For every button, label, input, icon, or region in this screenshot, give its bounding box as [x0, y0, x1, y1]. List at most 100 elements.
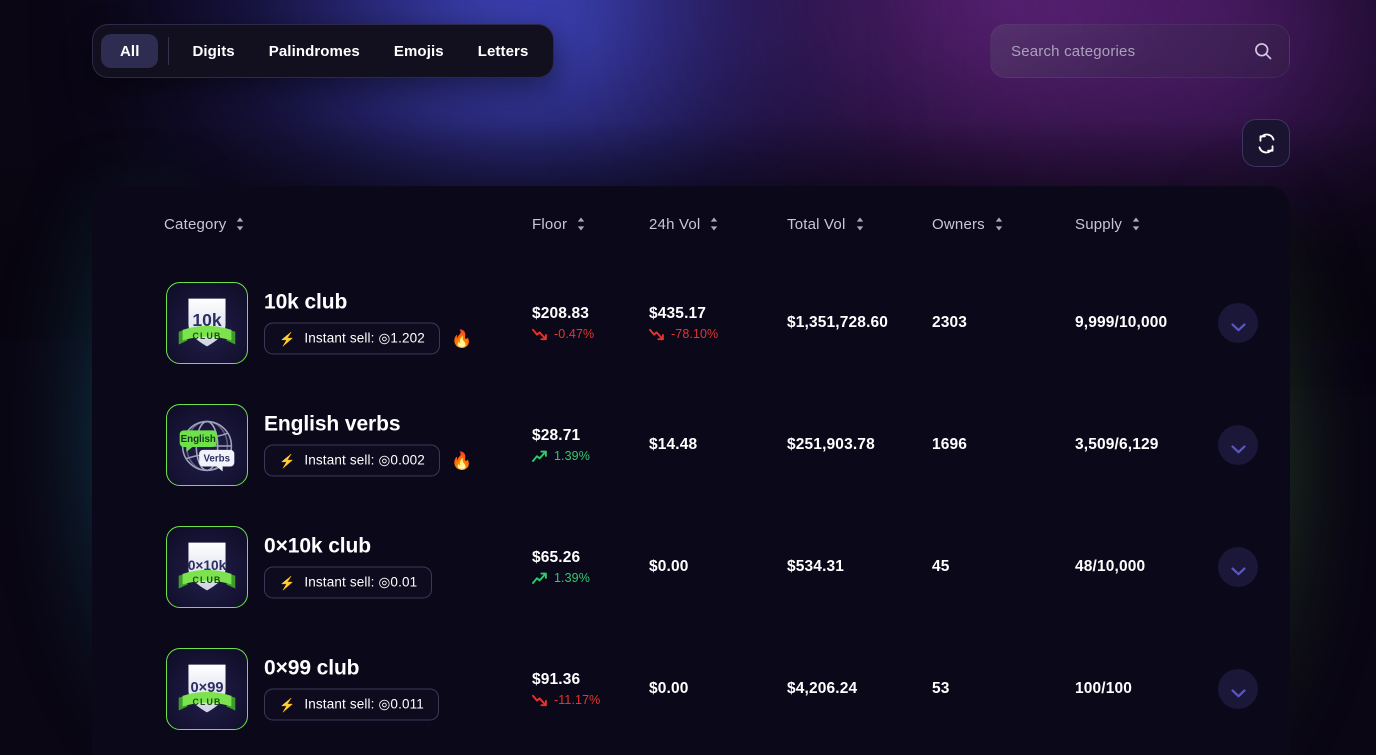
- instant-sell-button[interactable]: ⚡ Instant sell: ◎0.011: [264, 688, 439, 721]
- floor-delta: 1.39%: [532, 449, 590, 463]
- category-info: 0×10k club ⚡ Instant sell: ◎0.01: [264, 535, 433, 599]
- refresh-icon: [1256, 133, 1277, 154]
- column-header-label: Owners: [932, 215, 985, 233]
- instant-sell-label: Instant sell: ◎0.011: [304, 696, 424, 712]
- owners-value: 53: [932, 680, 950, 697]
- table-row[interactable]: 10k CLUB 10k club ⚡ Instant sell: ◎1.202 🔥 $20…: [92, 262, 1290, 384]
- category-badge: 0×10k CLUB: [166, 526, 248, 608]
- column-header-totalvol[interactable]: Total Vol: [787, 216, 865, 233]
- instant-sell-button[interactable]: ⚡ Instant sell: ◎0.01: [264, 566, 433, 599]
- cell-24h-vol: $14.48: [649, 436, 697, 454]
- tab-emojis[interactable]: Emojis: [377, 34, 461, 68]
- expand-row-button[interactable]: [1218, 669, 1258, 709]
- table-row[interactable]: English Verbs English verbs ⚡ Instant sell: …: [92, 384, 1290, 506]
- vol24h-value: $0.00: [649, 558, 689, 575]
- trend-up-icon: [532, 450, 547, 462]
- refresh-button[interactable]: [1242, 119, 1290, 167]
- tab-palindromes[interactable]: Palindromes: [252, 34, 377, 68]
- supply-value: 100/100: [1075, 680, 1133, 697]
- vol24h-delta: -78.10%: [649, 327, 718, 341]
- chevron-down-icon: [1230, 319, 1246, 331]
- owners-value: 45: [932, 558, 950, 575]
- expand-row-button[interactable]: [1218, 425, 1258, 465]
- tab-separator: [168, 37, 170, 65]
- category-actions: ⚡ Instant sell: ◎0.002 🔥: [264, 444, 473, 477]
- floor-value: $65.26: [532, 549, 581, 566]
- chevron-down-icon: [1230, 685, 1246, 697]
- cell-supply: 3,509/6,129: [1075, 436, 1159, 454]
- floor-delta-value: -11.17%: [554, 693, 601, 707]
- floor-delta: -0.47%: [532, 327, 594, 341]
- cell-24h-vol: $0.00: [649, 558, 689, 576]
- cell-floor: $65.26 1.39%: [532, 549, 590, 585]
- supply-value: 48/10,000: [1075, 558, 1146, 575]
- category-info: English verbs ⚡ Instant sell: ◎0.002 🔥: [264, 413, 473, 477]
- sort-icon: [709, 217, 719, 231]
- tab-all[interactable]: All: [101, 34, 159, 68]
- search-icon[interactable]: [1253, 41, 1273, 61]
- column-header-label: Supply: [1075, 215, 1123, 233]
- column-header-label: 24h Vol: [649, 215, 701, 233]
- tab-digits[interactable]: Digits: [175, 34, 251, 68]
- totalvol-value: $251,903.78: [787, 436, 875, 453]
- cell-supply: 9,999/10,000: [1075, 314, 1167, 332]
- table-row[interactable]: 0×99 CLUB 0×99 club ⚡ Instant sell: ◎0.011 $9…: [92, 628, 1290, 750]
- shield-badge-icon: 0×99CLUB: [178, 664, 236, 713]
- supply-value: 9,999/10,000: [1075, 314, 1168, 331]
- hot-fire-icon: 🔥: [450, 451, 473, 471]
- search-input[interactable]: [1011, 42, 1253, 60]
- cell-total-vol: $1,351,728.60: [787, 314, 888, 332]
- cell-24h-vol: $0.00: [649, 680, 689, 698]
- instant-sell-button[interactable]: ⚡ Instant sell: ◎0.002: [264, 444, 440, 477]
- table-row[interactable]: 0×10k CLUB 0×10k club ⚡ Instant sell: ◎0.01 $…: [92, 506, 1290, 628]
- cell-total-vol: $534.31: [787, 558, 844, 576]
- shield-badge-icon: 10kCLUB: [178, 298, 236, 347]
- category-name: 0×99 club: [264, 656, 360, 680]
- table-body: 10k CLUB 10k club ⚡ Instant sell: ◎1.202 🔥 $20…: [92, 262, 1290, 750]
- totalvol-value: $534.31: [787, 558, 845, 575]
- svg-text:Verbs: Verbs: [203, 454, 230, 465]
- category-actions: ⚡ Instant sell: ◎1.202 🔥: [264, 322, 472, 355]
- instant-sell-button[interactable]: ⚡ Instant sell: ◎1.202: [264, 322, 440, 355]
- bolt-icon: ⚡: [279, 453, 296, 469]
- cell-floor: $91.36 -11.17%: [532, 671, 600, 707]
- tab-letters[interactable]: Letters: [461, 34, 546, 68]
- floor-delta: 1.39%: [532, 571, 590, 585]
- column-header-label: Floor: [532, 215, 568, 233]
- expand-row-button[interactable]: [1218, 547, 1258, 587]
- floor-delta-value: 1.39%: [554, 571, 590, 585]
- bolt-icon: ⚡: [279, 697, 296, 713]
- shield-badge-icon: 0×10kCLUB: [178, 542, 236, 591]
- table-header-row: Category Floor 24h Vol Total Vol Owners Suppl…: [92, 186, 1290, 262]
- category-actions: ⚡ Instant sell: ◎0.011: [264, 688, 439, 721]
- column-header-floor[interactable]: Floor: [532, 216, 586, 233]
- category-info: 0×99 club ⚡ Instant sell: ◎0.011: [264, 656, 439, 721]
- cell-supply: 100/100: [1075, 680, 1132, 698]
- vol24h-value: $14.48: [649, 436, 698, 453]
- cell-24h-vol: $435.17 -78.10%: [649, 305, 718, 341]
- instant-sell-label: Instant sell: ◎0.01: [304, 574, 418, 590]
- sort-icon: [855, 217, 865, 231]
- cell-owners: 53: [932, 680, 950, 698]
- column-header-supply[interactable]: Supply: [1075, 216, 1141, 233]
- column-header-owners[interactable]: Owners: [932, 216, 1004, 233]
- vol24h-delta-value: -78.10%: [671, 327, 719, 341]
- column-header-category[interactable]: Category: [164, 216, 245, 233]
- sort-icon: [1131, 217, 1141, 231]
- trend-up-icon: [532, 572, 547, 584]
- trend-down-icon: [532, 694, 547, 707]
- sort-icon: [235, 217, 245, 231]
- trend-down-icon: [649, 328, 664, 341]
- floor-value: $91.36: [532, 671, 581, 688]
- svg-text:English: English: [181, 434, 216, 445]
- column-header-vol24h[interactable]: 24h Vol: [649, 216, 719, 233]
- floor-value: $28.71: [532, 427, 581, 444]
- search-box[interactable]: [990, 24, 1290, 78]
- cell-supply: 48/10,000: [1075, 558, 1145, 576]
- chevron-down-icon: [1230, 563, 1246, 575]
- expand-row-button[interactable]: [1218, 303, 1258, 343]
- marketplace-page: All Digits Palindromes Emojis Letters Se…: [0, 0, 1376, 755]
- sort-icon: [576, 217, 586, 231]
- cell-owners: 2303: [932, 314, 967, 332]
- svg-text:CLUB: CLUB: [192, 575, 221, 585]
